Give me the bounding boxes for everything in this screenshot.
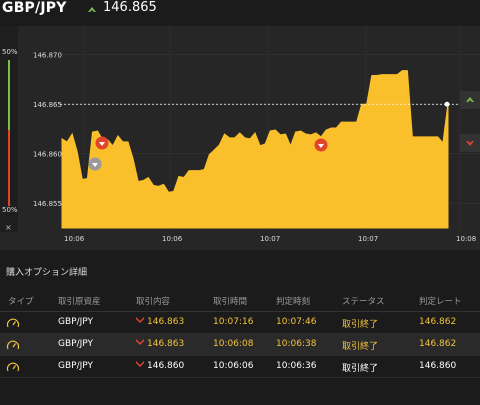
x-axis-labels: 10:06 10:06 10:07 10:07 10:08 — [64, 235, 476, 243]
current-price: 146.865 — [103, 0, 157, 15]
column-header-trade-time: 取引時間 — [213, 297, 248, 307]
header-bar: GBP/JPY 146.865 — [0, 0, 480, 24]
price-area — [61, 70, 449, 229]
y-tick-label: 146.870 — [33, 51, 62, 59]
row-asset: GBP/JPY — [58, 317, 93, 327]
row-trade-time: 10:06:06 — [213, 361, 254, 371]
current-price-dot — [444, 101, 450, 107]
table-row[interactable]: GBP/JPY 146.863 10:07:16 10:07:46 取引終了 1… — [0, 312, 480, 334]
x-tick-label: 10:07 — [358, 235, 378, 243]
table-header: タイプ 取引原資産 取引内容 取引時間 判定時刻 ステータス 判定レート — [0, 288, 480, 312]
y-axis-labels: 146.870 146.865 146.860 146.855 — [33, 51, 62, 208]
row-asset: GBP/JPY — [58, 339, 93, 349]
row-trade-time: 10:07:16 — [213, 317, 254, 327]
y-tick-label: 146.860 — [33, 150, 62, 158]
row-status: 取引終了 — [342, 320, 379, 330]
x-tick-label: 10:07 — [260, 235, 280, 243]
row-entry-rate: 146.863 — [136, 317, 184, 327]
table-row[interactable]: GBP/JPY 146.863 10:06:08 10:06:38 取引終了 1… — [0, 334, 480, 356]
purchase-table: タイプ 取引原資産 取引内容 取引時間 判定時刻 ステータス 判定レート GBP… — [0, 288, 480, 378]
up-arrow-icon — [466, 97, 474, 102]
row-judge-rate: 146.860 — [419, 361, 457, 371]
x-tick-label: 10:06 — [64, 235, 85, 243]
row-status: 取引終了 — [342, 342, 379, 352]
down-arrow-icon — [466, 141, 474, 146]
column-header-asset: 取引原資産 — [58, 297, 101, 307]
y-tick-label: 146.855 — [33, 200, 62, 208]
high-button[interactable] — [460, 91, 480, 109]
row-entry-rate-value: 146.863 — [147, 339, 185, 349]
row-judge-time: 10:06:36 — [276, 361, 317, 371]
trade-marker-neutral — [88, 157, 102, 171]
down-arrow-icon — [136, 339, 144, 345]
table-row[interactable]: GBP/JPY 146.860 10:06:06 10:06:36 取引終了 1… — [0, 356, 480, 378]
row-judge-time: 10:07:46 — [276, 317, 317, 327]
trade-marker-down — [95, 136, 109, 150]
price-chart: 146.870146.865146.860146.855 10:06 10:06 1… — [33, 26, 480, 243]
down-arrow-icon — [136, 317, 144, 323]
row-entry-rate: 146.860 — [136, 361, 184, 371]
y-tick-label: 146.865 — [33, 101, 62, 109]
timer-icon — [6, 340, 20, 350]
row-status: 取引終了 — [342, 364, 379, 374]
currency-pair-title: GBP/JPY — [2, 0, 67, 16]
row-entry-rate: 146.863 — [136, 339, 184, 349]
row-asset: GBP/JPY — [58, 361, 93, 371]
up-trend-icon — [88, 7, 96, 12]
row-judge-rate: 146.862 — [419, 317, 457, 327]
row-entry-rate-value: 146.863 — [147, 317, 185, 327]
column-header-judge-time: 判定時刻 — [276, 297, 311, 307]
x-tick-label: 10:06 — [162, 235, 183, 243]
timer-icon — [6, 318, 20, 328]
x-tick-label: 10:08 — [456, 235, 476, 243]
row-trade-time: 10:06:08 — [213, 339, 254, 349]
low-button[interactable] — [460, 134, 480, 152]
purchase-details-title: 購入オプション詳細 — [6, 268, 88, 278]
column-header-content: 取引内容 — [136, 297, 171, 307]
down-arrow-icon — [136, 361, 144, 367]
column-header-type: タイプ — [8, 297, 34, 307]
column-header-status: ステータス — [342, 297, 385, 307]
row-judge-rate: 146.862 — [419, 339, 457, 349]
row-entry-rate-value: 146.860 — [147, 361, 185, 371]
timer-icon — [6, 362, 20, 372]
row-judge-time: 10:06:38 — [276, 339, 317, 349]
trade-marker-down — [314, 138, 328, 152]
column-header-rate: 判定レート — [419, 297, 462, 307]
